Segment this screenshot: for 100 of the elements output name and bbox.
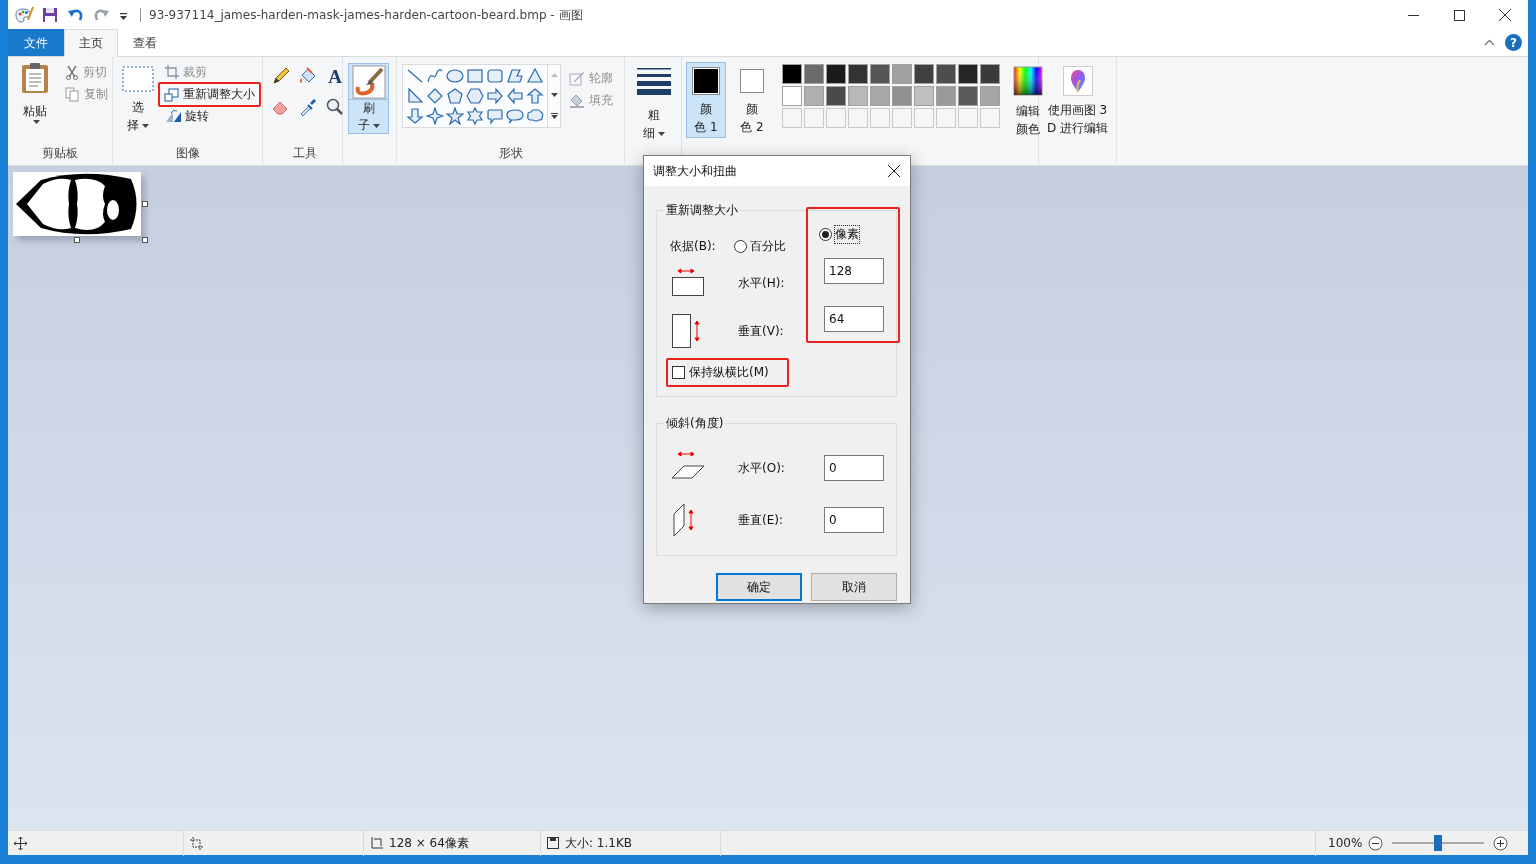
width-field[interactable]: 128 <box>824 258 884 284</box>
resize-handle[interactable] <box>142 237 148 243</box>
right-arrow-icon[interactable] <box>485 86 505 106</box>
resize-handle[interactable] <box>142 201 148 207</box>
rounded-rectangle-icon[interactable] <box>485 66 505 86</box>
right-triangle-icon[interactable] <box>405 86 425 106</box>
color-swatch[interactable] <box>826 86 846 106</box>
paste-button[interactable]: 粘贴 <box>19 61 51 125</box>
slider-thumb[interactable] <box>1434 835 1443 851</box>
color-swatch[interactable] <box>892 64 912 84</box>
color-swatch[interactable] <box>914 64 934 84</box>
rectangle-icon[interactable] <box>465 66 485 86</box>
rotate-button[interactable]: 旋转 <box>161 105 261 127</box>
color-swatch[interactable] <box>804 64 824 84</box>
empty-swatch <box>782 108 802 128</box>
group-label: 倾斜(角度) <box>665 415 725 432</box>
hexagon-icon[interactable] <box>465 86 485 106</box>
color-swatch[interactable] <box>914 86 934 106</box>
skew-field[interactable]: 0 <box>824 455 884 481</box>
scissors-icon <box>65 64 79 80</box>
color-swatch[interactable] <box>958 86 978 106</box>
paint-bucket-icon <box>569 92 585 108</box>
collapse-ribbon-icon[interactable] <box>1483 38 1496 47</box>
caret-icon <box>372 123 380 128</box>
empty-swatch <box>870 108 890 128</box>
triangle-icon[interactable] <box>525 66 545 86</box>
ok-button[interactable]: 确定 <box>716 573 802 601</box>
edit-colors-button[interactable]: 编辑 颜色 <box>1012 65 1044 139</box>
zoom-in-icon[interactable] <box>1492 834 1510 852</box>
color-button[interactable]: 颜 色 2 <box>732 62 772 138</box>
oval-icon[interactable] <box>445 66 465 86</box>
caret-icon <box>33 120 40 124</box>
rotate-icon <box>165 109 181 123</box>
four-point-star-icon[interactable] <box>425 106 445 126</box>
group-label: 图像 <box>174 145 201 162</box>
paint-3d-button[interactable]: 使用画图 3 D 进行编辑 <box>1045 65 1110 138</box>
resize-handle[interactable] <box>74 237 80 243</box>
brushes-button[interactable]: 刷 子 <box>348 63 389 134</box>
six-point-star-icon[interactable] <box>465 106 485 126</box>
color-swatch[interactable] <box>848 64 868 84</box>
ribbon-tab[interactable]: 主页 <box>64 29 118 57</box>
zoom-out-icon[interactable] <box>1367 834 1385 852</box>
radio-option[interactable]: 像素 <box>819 221 898 247</box>
select-button[interactable]: 选 择 <box>121 65 155 135</box>
dashed-rectangle-icon <box>122 66 154 92</box>
height-field[interactable]: 64 <box>824 306 884 332</box>
text-tool-button[interactable]: A <box>323 65 347 89</box>
caret-icon <box>550 93 558 97</box>
up-arrow-icon[interactable] <box>525 86 545 106</box>
field-label: 依据(B): <box>670 237 717 255</box>
color-swatch[interactable] <box>782 86 802 106</box>
rounded-callout-icon[interactable] <box>485 106 505 126</box>
group-label: 工具 <box>292 145 318 162</box>
color-swatch[interactable] <box>892 86 912 106</box>
pencil-icon <box>569 70 585 86</box>
caret-icon <box>658 131 665 136</box>
color-button[interactable]: 颜 色 1 <box>686 62 726 138</box>
pentagon-icon[interactable] <box>445 86 465 106</box>
close-icon[interactable] <box>887 164 901 178</box>
color-swatch[interactable] <box>804 86 824 106</box>
oval-callout-icon[interactable] <box>505 106 525 126</box>
line-width-button[interactable]: 粗 细 <box>636 66 672 143</box>
color-swatch[interactable] <box>870 86 890 106</box>
cancel-button[interactable]: 取消 <box>811 573 897 601</box>
color-swatch[interactable] <box>958 64 978 84</box>
ribbon-tab[interactable]: 查看 <box>118 29 172 56</box>
expand-gallery-icon[interactable] <box>549 112 559 120</box>
color-spectrum-icon <box>1013 66 1043 96</box>
ribbon-tab[interactable]: 文件 <box>8 29 64 56</box>
color-swatch[interactable] <box>826 64 846 84</box>
dialog-title: 调整大小和扭曲 <box>653 162 737 180</box>
empty-swatch <box>980 108 1000 128</box>
radio-option[interactable]: 百分比 <box>734 233 786 259</box>
diamond-icon[interactable] <box>425 86 445 106</box>
image-size-text: 128 × 64像素 <box>389 834 469 852</box>
paint-drop-icon <box>1062 66 1093 96</box>
field-label: 水平(H): <box>737 274 786 292</box>
color-swatch[interactable] <box>936 64 956 84</box>
checkbox[interactable]: 保持纵横比(M) <box>666 358 789 387</box>
star-icon[interactable] <box>445 106 465 126</box>
crop-icon <box>165 65 179 79</box>
help-button[interactable]: ? <box>1505 34 1522 51</box>
left-arrow-icon[interactable] <box>505 86 525 106</box>
skew-field[interactable]: 0 <box>824 507 884 533</box>
color-swatch[interactable] <box>848 86 868 106</box>
color-swatch[interactable] <box>870 64 890 84</box>
color-swatch[interactable] <box>980 86 1000 106</box>
color-swatch[interactable] <box>936 86 956 106</box>
polygon-icon[interactable] <box>505 66 525 86</box>
empty-swatch <box>892 108 912 128</box>
field-label: 垂直(E): <box>737 511 784 529</box>
copy-icon <box>65 86 80 102</box>
color-swatch[interactable] <box>782 64 802 84</box>
scroll-down-icon[interactable] <box>549 92 559 98</box>
save-icon[interactable] <box>41 6 59 24</box>
down-arrow-icon[interactable] <box>405 106 425 126</box>
resize-button[interactable]: 重新调整大小 <box>158 82 261 107</box>
resize-icon <box>164 87 179 102</box>
file-size-text: 大小: 1.1KB <box>565 834 633 852</box>
color-swatch[interactable] <box>980 64 1000 84</box>
